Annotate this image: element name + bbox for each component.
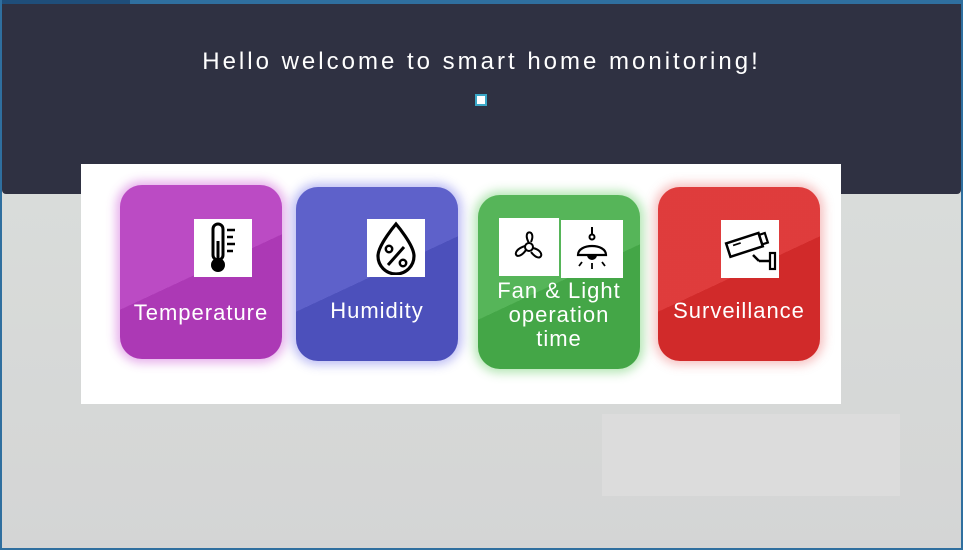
thermometer-icon bbox=[194, 219, 252, 277]
tile-fan-light-label: Fan & Light operation time bbox=[478, 279, 640, 351]
fan-icon bbox=[499, 218, 559, 276]
tile-fan-light-label-line-2: operation bbox=[508, 302, 610, 327]
empty-panel bbox=[602, 414, 900, 496]
tile-fan-light[interactable]: Fan & Light operation time bbox=[478, 195, 640, 369]
tile-humidity[interactable]: Humidity bbox=[296, 187, 458, 361]
tile-humidity-label: Humidity bbox=[330, 298, 424, 323]
tile-surveillance[interactable]: Surveillance bbox=[658, 187, 820, 361]
tile-fan-light-label-line-1: Fan & Light bbox=[497, 278, 621, 303]
humidity-drop-icon bbox=[367, 219, 425, 277]
tile-surveillance-label: Surveillance bbox=[673, 298, 805, 323]
security-camera-icon bbox=[721, 220, 779, 278]
page-title: Hello welcome to smart home monitoring! bbox=[202, 48, 761, 75]
tile-temperature[interactable]: Temperature bbox=[120, 185, 282, 359]
tile-fan-light-label-line-3: time bbox=[536, 326, 582, 351]
ceiling-lamp-icon bbox=[561, 220, 623, 278]
text-cursor-icon bbox=[475, 94, 487, 106]
tile-temperature-label: Temperature bbox=[133, 300, 269, 325]
